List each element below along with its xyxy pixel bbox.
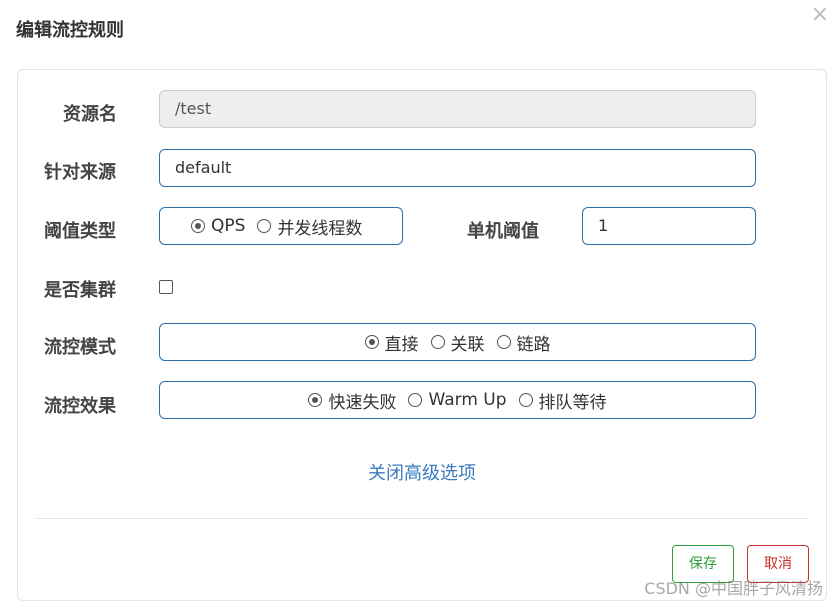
radio-checked-icon[interactable] [364,335,379,349]
cluster-label: 是否集群 [44,280,116,301]
radio-unchecked-icon[interactable] [430,335,445,349]
radio-unchecked-icon[interactable] [518,393,533,407]
radio-unchecked-icon[interactable] [408,393,423,407]
threshold-type-qps[interactable]: QPS [191,216,245,236]
flow-mode-chain[interactable]: 链路 [496,330,551,355]
flow-mode-direct[interactable]: 直接 [364,330,419,355]
close-icon[interactable]: × [811,2,829,28]
radio-label: 关联 [450,334,485,355]
flow-effect-queue[interactable]: 排队等待 [518,388,607,413]
form-panel: 资源名 /test 针对来源 default 阈值类型 QPS 并发线程数 单机… [17,69,827,601]
radio-checked-icon[interactable] [308,393,323,407]
single-threshold-label: 单机阈值 [467,221,539,242]
cluster-checkbox[interactable] [159,280,173,294]
flow-effect-fast-fail[interactable]: 快速失败 [308,388,396,413]
radio-label: 快速失败 [328,392,397,413]
resource-label: 资源名 [63,104,117,125]
radio-label: QPS [211,216,246,236]
flow-effect-group: 快速失败 Warm Up 排队等待 [159,381,756,419]
radio-label: Warm Up [428,390,507,410]
radio-label: 直接 [384,334,419,355]
radio-label: 并发线程数 [277,218,363,239]
flow-mode-related[interactable]: 关联 [430,330,485,355]
close-advanced-options-link[interactable]: 关闭高级选项 [18,459,826,485]
single-threshold-input[interactable]: 1 [582,207,756,245]
threshold-type-threads[interactable]: 并发线程数 [257,214,362,239]
resource-input: /test [159,90,756,128]
flow-effect-label: 流控效果 [44,396,116,417]
source-input[interactable]: default [159,149,756,187]
radio-checked-icon[interactable] [191,219,205,233]
flow-mode-label: 流控模式 [44,337,116,358]
watermark: CSDN @中国胖子风清扬 [644,579,823,598]
flow-effect-warm-up[interactable]: Warm Up [408,390,507,410]
radio-unchecked-icon[interactable] [257,219,272,233]
flow-mode-group: 直接 关联 链路 [159,323,756,361]
radio-label: 排队等待 [538,392,607,413]
dialog-title: 编辑流控规则 [16,20,124,41]
threshold-type-group: QPS 并发线程数 [159,207,403,245]
source-label: 针对来源 [44,162,116,183]
threshold-type-label: 阈值类型 [44,221,116,242]
divider [36,518,808,519]
radio-unchecked-icon[interactable] [496,335,511,349]
radio-label: 链路 [516,334,551,355]
